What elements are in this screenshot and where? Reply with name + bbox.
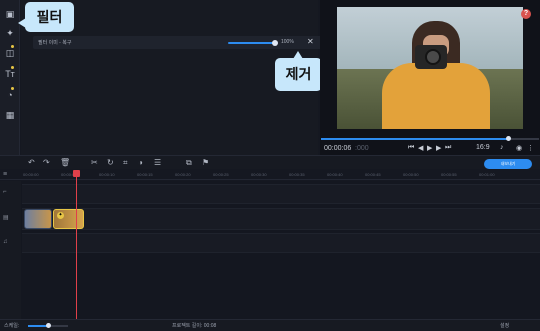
scale-label: 스케일: [4,323,20,329]
more-options-icon[interactable]: ⋮ [527,144,534,152]
playback-progress-bar[interactable] [321,136,539,141]
marker-flag-icon[interactable]: ⚑ [202,158,209,167]
snapshot-icon[interactable]: ◉ [516,144,522,152]
playhead[interactable] [76,170,77,320]
playback-progress-knob[interactable] [506,136,511,141]
slider-knob[interactable] [272,40,278,46]
ruler-tick: 00:00:45 [365,172,381,177]
clip-properties-icon[interactable]: ☰ [154,158,161,167]
callout-filter: 필터 [18,2,74,32]
ruler-tick: 00:00:10 [99,172,115,177]
ruler-tick: 00:00:40 [327,172,343,177]
video-clip[interactable] [24,209,52,229]
step-back-icon[interactable]: ◀ [418,144,423,152]
track-link-icon[interactable]: ⌐ [3,189,7,195]
edit-toolbar: ↶ ↷ 🗑 ✂ ↻ ⌗ ◑ ☰ ⧉ ⚑ 내보내기 [0,155,540,169]
ruler-tick: 00:00:50 [403,172,419,177]
left-toolbar: ▣ ✦ ◫ Tт ◔ ▦ [0,0,20,155]
app-window: ▣ ✦ ◫ Tт ◔ ▦ 필터 이미 - 복구 100% ✕ 필터 제거 ? 0… [0,0,540,331]
scale-slider-fill [28,325,48,327]
stickers-icon[interactable]: ◔ [4,87,16,101]
crop-icon[interactable]: ⌗ [123,158,128,168]
titles-track[interactable] [22,184,540,204]
preview-panel: ? 00:00:06 :000 ⏮ ◀ ▶ ▶ ⏭ 16:9 ♪ ◉ ⋮ [320,0,540,155]
step-forward-icon[interactable]: ▶ [436,144,441,152]
cut-icon[interactable]: ✂ [91,158,98,167]
filter-applied-icon: ✦ [57,212,64,219]
scale-slider-knob[interactable] [46,323,51,328]
undo-icon[interactable]: ↶ [28,158,35,167]
timeline-ruler[interactable]: ≡ 00:00:00 00:00:05 00:00:10 00:00:15 00… [0,170,540,180]
video-preview[interactable] [337,7,523,129]
filter-name: 필터 이미 - 복구 [38,40,72,46]
playhead-handle[interactable] [73,170,80,177]
current-frame: :000 [355,145,369,152]
callout-remove: 제거 [275,51,322,91]
video-clip-selected[interactable]: ✦ [53,209,84,229]
video-track[interactable] [22,208,540,230]
project-length: 프로젝트 길이: 00:08 [172,323,217,329]
applied-filter-item[interactable]: 필터 이미 - 복구 100% ✕ [33,36,329,49]
export-button[interactable]: 내보내기 [484,159,532,169]
ruler-tick: 00:00:25 [213,172,229,177]
video-person-sweater [382,63,490,129]
ruler-tick: 00:00:00 [23,172,39,177]
badge-dot [11,45,14,48]
aspect-ratio-select[interactable]: 16:9 [476,144,490,151]
ruler-tick: 00:00:30 [251,172,267,177]
filter-strength-slider[interactable] [228,40,278,46]
ruler-tick: 00:00:15 [137,172,153,177]
skip-forward-icon[interactable]: ⏭ [445,144,451,152]
rotate-icon[interactable]: ↻ [107,158,114,167]
video-camera-lens [425,49,441,65]
ruler-tick: 00:01:00 [479,172,495,177]
redo-icon[interactable]: ↷ [43,158,50,167]
volume-icon[interactable]: ♪ [500,144,504,151]
badge-dot [11,87,14,90]
delete-icon[interactable]: 🗑 [60,158,70,167]
play-icon[interactable]: ▶ [427,144,432,152]
track-headers: ⌐ ▤ ♫ [0,181,21,319]
track-add-icon[interactable]: ≡ [3,171,7,178]
settings-button[interactable]: 설정 [500,322,509,329]
filter-strength-value: 100% [281,39,294,45]
playback-progress-fill [321,138,508,140]
insert-icon[interactable]: ⧉ [186,158,192,168]
timeline: ⌐ ▤ ♫ ✦ [0,181,540,319]
status-bar: 스케일: 프로젝트 길이: 00:08 설정 [0,319,540,331]
badge-dot [11,66,14,69]
ruler-tick: 00:00:55 [441,172,457,177]
filter-wand-icon[interactable]: ✦ [4,27,16,39]
current-time: 00:00:06 [324,145,352,152]
audio-track-icon[interactable]: ♫ [3,239,8,245]
import-icon[interactable]: ▣ [4,8,16,20]
ruler-tick: 00:00:20 [175,172,191,177]
skip-back-icon[interactable]: ⏮ [408,144,414,152]
color-adjust-icon[interactable]: ◑ [138,158,143,167]
ruler-tick: 00:00:35 [289,172,305,177]
more-tools-icon[interactable]: ▦ [4,109,16,121]
scale-slider[interactable] [28,323,68,328]
transitions-icon[interactable]: ◫ [4,45,16,59]
remove-filter-icon[interactable]: ✕ [307,37,314,46]
video-track-icon[interactable]: ▤ [3,214,9,221]
help-icon[interactable]: ? [521,9,531,19]
audio-track[interactable] [22,233,540,253]
titles-icon[interactable]: Tт [4,66,16,80]
